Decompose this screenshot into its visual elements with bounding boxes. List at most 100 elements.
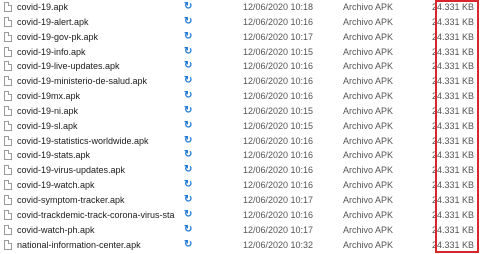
file-name[interactable]: covid-trackdemic-track-corona-virus-sta.… <box>17 209 175 221</box>
file-row[interactable]: covid-19-watch.apk ↻ 12/06/2020 10:16 Archi… <box>0 178 482 193</box>
file-type: Archivo APK <box>343 165 394 176</box>
file-icon <box>4 209 12 220</box>
sync-icon: ↻ <box>184 208 193 220</box>
file-date: 12/06/2020 10:18 <box>243 2 314 12</box>
file-type: Archivo APK <box>343 46 394 57</box>
file-date: 12/06/2020 10:17 <box>243 194 314 205</box>
file-row[interactable]: covid-19-live-updates.apk ↻ 12/06/2020 10:… <box>0 59 482 74</box>
file-type: Archivo APK <box>343 194 394 205</box>
file-date: 12/06/2020 10:16 <box>243 165 314 176</box>
sync-icon: ↻ <box>184 179 193 191</box>
file-icon <box>4 61 12 72</box>
file-icon <box>4 16 12 27</box>
file-row[interactable]: national-information-center.apk ↻ 12/06/20… <box>0 238 482 253</box>
file-name[interactable]: covid-19-statistics-worldwide.apk <box>17 135 175 147</box>
file-icon <box>4 2 12 12</box>
file-name[interactable]: covid-19.apk <box>17 1 175 13</box>
file-size: 24.331 KB <box>431 91 474 102</box>
file-row[interactable]: covid-19-statistics-worldwide.apk ↻ 12/06/… <box>0 134 482 149</box>
file-date: 12/06/2020 10:16 <box>243 61 314 72</box>
file-row[interactable]: covid-19.apk ↻ 12/06/2020 10:18 Archivo APK… <box>0 0 482 15</box>
file-date: 12/06/2020 10:15 <box>243 46 314 57</box>
file-row[interactable]: covid-symptom-tracker.apk ↻ 12/06/2020 10:… <box>0 193 482 208</box>
file-icon <box>4 194 12 205</box>
file-row[interactable]: covid-19-sl.apk ↻ 12/06/2020 10:15 Archivo … <box>0 119 482 134</box>
file-name[interactable]: covid-19-stats.apk <box>17 149 175 161</box>
file-row[interactable]: covid-19-ni.apk ↻ 12/06/2020 10:15 Archivo … <box>0 104 482 119</box>
file-type: Archivo APK <box>343 105 394 116</box>
file-size: 24.331 KB <box>431 224 474 235</box>
file-name[interactable]: covid-19-ni.apk <box>17 105 175 117</box>
file-type: Archivo APK <box>343 150 394 161</box>
sync-icon: ↻ <box>184 15 193 27</box>
file-date: 12/06/2020 10:17 <box>243 224 314 235</box>
file-size: 24.331 KB <box>431 76 474 87</box>
file-type: Archivo APK <box>343 61 394 72</box>
file-size: 24.331 KB <box>431 135 474 146</box>
file-row[interactable]: covid-19-virus-updates.apk ↻ 12/06/2020 10… <box>0 163 482 178</box>
file-size: 24.331 KB <box>431 180 474 191</box>
sync-icon: ↻ <box>184 75 193 87</box>
file-row[interactable]: covid-19-alert.apk ↻ 12/06/2020 10:16 Archi… <box>0 15 482 30</box>
sync-icon: ↻ <box>184 60 193 72</box>
file-name[interactable]: covid-19-live-updates.apk <box>17 60 175 72</box>
file-row[interactable]: covid-19mx.apk ↻ 12/06/2020 10:16 Archivo A… <box>0 89 482 104</box>
file-name[interactable]: covid-19-alert.apk <box>17 16 175 28</box>
file-list: covid-19.apk ↻ 12/06/2020 10:18 Archivo APK… <box>0 0 482 252</box>
file-date: 12/06/2020 10:15 <box>243 120 314 131</box>
file-name[interactable]: covid-19-sl.apk <box>17 120 175 132</box>
file-size: 24.331 KB <box>431 105 474 116</box>
file-date: 12/06/2020 10:16 <box>243 76 314 87</box>
file-icon <box>4 224 12 235</box>
file-row[interactable]: covid-19-stats.apk ↻ 12/06/2020 10:16 Archi… <box>0 148 482 163</box>
file-size: 24.331 KB <box>431 150 474 161</box>
file-date: 12/06/2020 10:16 <box>243 150 314 161</box>
file-name[interactable]: covid-symptom-tracker.apk <box>17 194 175 206</box>
file-name[interactable]: covid-watch-ph.apk <box>17 224 175 236</box>
sync-icon: ↻ <box>184 238 193 250</box>
file-type: Archivo APK <box>343 16 394 27</box>
file-type: Archivo APK <box>343 209 394 220</box>
sync-icon: ↻ <box>184 30 193 42</box>
file-date: 12/06/2020 10:16 <box>243 91 314 102</box>
file-date: 12/06/2020 10:17 <box>243 31 314 42</box>
file-row[interactable]: covid-19-info.apk ↻ 12/06/2020 10:15 Archiv… <box>0 45 482 60</box>
sync-icon: ↻ <box>184 90 193 102</box>
file-size: 24.331 KB <box>431 31 474 42</box>
file-name[interactable]: national-information-center.apk <box>17 239 175 251</box>
file-type: Archivo APK <box>343 91 394 102</box>
file-name[interactable]: covid-19-virus-updates.apk <box>17 164 175 176</box>
file-icon <box>4 150 12 161</box>
file-date: 12/06/2020 10:16 <box>243 209 314 220</box>
file-name[interactable]: covid-19-info.apk <box>17 46 175 58</box>
file-icon <box>4 165 12 176</box>
file-size: 24.331 KB <box>431 165 474 176</box>
file-name[interactable]: covid-19-gov-pk.apk <box>17 31 175 43</box>
file-size: 24.331 KB <box>431 46 474 57</box>
file-icon <box>4 105 12 116</box>
file-type: Archivo APK <box>343 120 394 131</box>
file-row[interactable]: covid-19-ministerio-de-salud.apk ↻ 12/06/2… <box>0 74 482 89</box>
file-name[interactable]: covid-19-ministerio-de-salud.apk <box>17 75 175 87</box>
file-row[interactable]: covid-trackdemic-track-corona-virus-sta.… <box>0 208 482 223</box>
file-type: Archivo APK <box>343 31 394 42</box>
file-size: 24.331 KB <box>431 194 474 205</box>
file-type: Archivo APK <box>343 224 394 235</box>
file-type: Archivo APK <box>343 135 394 146</box>
file-name[interactable]: covid-19mx.apk <box>17 90 175 102</box>
sync-icon: ↻ <box>184 164 193 176</box>
file-icon <box>4 76 12 87</box>
sync-icon: ↻ <box>184 223 193 235</box>
file-date: 12/06/2020 10:32 <box>243 239 314 250</box>
file-row[interactable]: covid-19-gov-pk.apk ↻ 12/06/2020 10:17 Arch… <box>0 30 482 45</box>
file-icon <box>4 91 12 102</box>
sync-icon: ↻ <box>184 149 193 161</box>
file-row[interactable]: covid-watch-ph.apk ↻ 12/06/2020 10:17 Archi… <box>0 223 482 238</box>
file-name[interactable]: covid-19-watch.apk <box>17 179 175 191</box>
file-size: 24.331 KB <box>431 239 474 250</box>
file-date: 12/06/2020 10:16 <box>243 135 314 146</box>
sync-icon: ↻ <box>184 134 193 146</box>
file-date: 12/06/2020 10:16 <box>243 180 314 191</box>
file-icon <box>4 180 12 191</box>
file-icon <box>4 46 12 57</box>
